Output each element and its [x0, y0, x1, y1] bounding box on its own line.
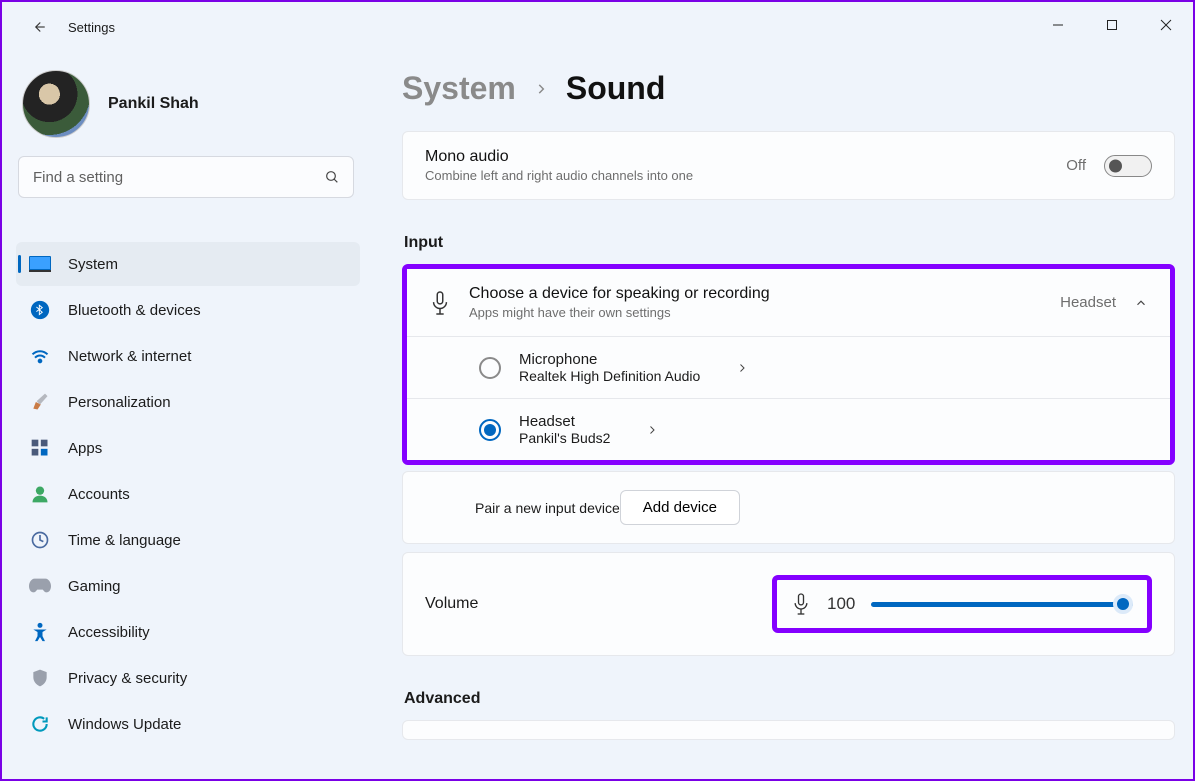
input-device-highlight: Choose a device for speaking or recordin…: [402, 264, 1175, 465]
microphone-icon: [429, 290, 451, 316]
nav-network[interactable]: Network & internet: [16, 334, 360, 378]
paintbrush-icon: [28, 392, 52, 412]
nav-system[interactable]: System: [16, 242, 360, 286]
sidebar: Pankil Shah System Bluetooth & devices N…: [2, 52, 372, 779]
person-icon: [28, 484, 52, 504]
mono-audio-row[interactable]: Mono audio Combine left and right audio …: [402, 131, 1175, 200]
update-icon: [28, 714, 52, 734]
choose-device-subtitle: Apps might have their own settings: [469, 305, 770, 320]
breadcrumb-parent[interactable]: System: [402, 70, 516, 107]
nav-label: Privacy & security: [68, 670, 187, 687]
nav-label: Time & language: [68, 532, 181, 549]
device-title: Headset: [519, 413, 610, 430]
device-subtitle: Pankil's Buds2: [519, 430, 610, 446]
display-icon: [28, 256, 52, 272]
device-subtitle: Realtek High Definition Audio: [519, 368, 700, 384]
nav-label: Apps: [68, 440, 102, 457]
current-device-label: Headset: [1060, 294, 1116, 311]
clock-globe-icon: [28, 530, 52, 550]
search-wrap: [18, 156, 354, 198]
minimize-icon: [1052, 19, 1064, 31]
nav-bluetooth[interactable]: Bluetooth & devices: [16, 288, 360, 332]
nav-apps[interactable]: Apps: [16, 426, 360, 470]
radio-selected[interactable]: [479, 419, 501, 441]
arrow-left-icon: [29, 18, 47, 36]
choose-input-device-row[interactable]: Choose a device for speaking or recordin…: [407, 269, 1170, 336]
nav-label: Gaming: [68, 578, 121, 595]
input-device-headset[interactable]: Headset Pankil's Buds2: [407, 399, 1170, 460]
device-title: Microphone: [519, 351, 700, 368]
advanced-section-title: Advanced: [404, 690, 1175, 708]
accessibility-icon: [28, 622, 52, 642]
input-device-microphone[interactable]: Microphone Realtek High Definition Audio: [407, 337, 1170, 398]
nav-label: Bluetooth & devices: [68, 302, 201, 319]
back-button[interactable]: [24, 18, 52, 36]
nav-label: Personalization: [68, 394, 171, 411]
chevron-right-icon: [646, 423, 658, 437]
volume-slider[interactable]: [871, 594, 1133, 614]
input-section-title: Input: [404, 234, 1175, 252]
volume-label: Volume: [425, 595, 478, 613]
bluetooth-icon: [28, 300, 52, 320]
main: System Sound Mono audio Combine left and…: [372, 52, 1193, 779]
nav-time-language[interactable]: Time & language: [16, 518, 360, 562]
chevron-up-icon: [1134, 296, 1148, 310]
choose-device-title: Choose a device for speaking or recordin…: [469, 285, 770, 303]
nav-privacy[interactable]: Privacy & security: [16, 656, 360, 700]
nav-label: Accounts: [68, 486, 130, 503]
mono-audio-toggle[interactable]: [1104, 155, 1152, 177]
user-profile[interactable]: Pankil Shah: [22, 70, 360, 138]
maximize-button[interactable]: [1085, 2, 1139, 48]
nav-label: Network & internet: [68, 348, 191, 365]
chevron-right-icon: [736, 361, 748, 375]
mono-audio-subtitle: Combine left and right audio channels in…: [425, 168, 693, 183]
breadcrumb-current: Sound: [566, 70, 666, 107]
minimize-button[interactable]: [1031, 2, 1085, 48]
nav-gaming[interactable]: Gaming: [16, 564, 360, 608]
mono-audio-state: Off: [1066, 157, 1086, 174]
wifi-icon: [28, 346, 52, 366]
titlebar: Settings: [2, 2, 1193, 52]
nav-accessibility[interactable]: Accessibility: [16, 610, 360, 654]
breadcrumb: System Sound: [402, 70, 1175, 107]
close-button[interactable]: [1139, 2, 1193, 48]
nav-label: Windows Update: [68, 716, 181, 733]
window-controls: [1031, 2, 1193, 48]
nav-label: Accessibility: [68, 624, 150, 641]
nav-windows-update[interactable]: Windows Update: [16, 702, 360, 746]
advanced-card[interactable]: [402, 720, 1175, 740]
app-title: Settings: [68, 20, 115, 35]
radio-unselected[interactable]: [479, 357, 501, 379]
nav-label: System: [68, 256, 118, 273]
volume-value: 100: [827, 594, 855, 614]
volume-highlight: 100: [772, 575, 1152, 633]
nav-accounts[interactable]: Accounts: [16, 472, 360, 516]
maximize-icon: [1106, 19, 1118, 31]
slider-thumb[interactable]: [1113, 594, 1133, 614]
search-icon: [324, 169, 340, 185]
close-icon: [1160, 19, 1172, 31]
microphone-icon: [791, 592, 811, 616]
nav-personalization[interactable]: Personalization: [16, 380, 360, 424]
pair-device-row: Pair a new input device Add device: [402, 471, 1175, 544]
avatar: [22, 70, 90, 138]
search-input[interactable]: [18, 156, 354, 198]
gamepad-icon: [28, 578, 52, 594]
pair-device-label: Pair a new input device: [475, 500, 620, 516]
chevron-right-icon: [534, 80, 548, 98]
volume-row: Volume 100: [402, 552, 1175, 656]
user-name: Pankil Shah: [108, 95, 199, 113]
add-device-button[interactable]: Add device: [620, 490, 740, 525]
shield-icon: [28, 668, 52, 688]
apps-icon: [28, 438, 52, 458]
mono-audio-title: Mono audio: [425, 148, 693, 166]
nav: System Bluetooth & devices Network & int…: [16, 242, 360, 746]
